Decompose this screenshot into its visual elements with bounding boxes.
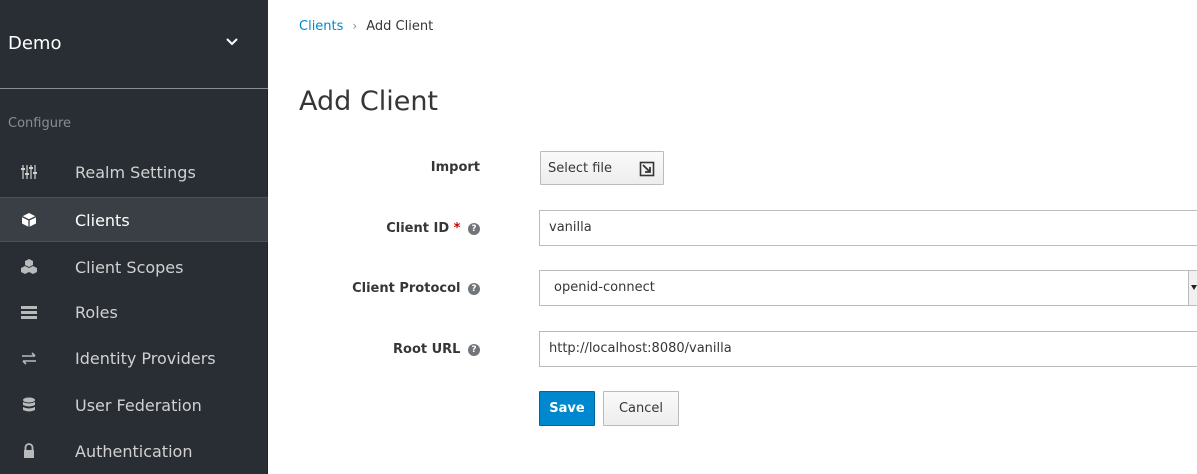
sidebar-item-roles[interactable]: Roles — [0, 290, 268, 335]
lock-icon — [24, 443, 34, 458]
sidebar-item-identity-providers[interactable]: Identity Providers — [0, 336, 268, 381]
help-icon[interactable]: ? — [468, 223, 480, 235]
sidebar-item-label: Roles — [75, 303, 118, 322]
sidebar-item-client-scopes[interactable]: Client Scopes — [0, 245, 268, 290]
sidebar-item-user-federation[interactable]: User Federation — [0, 383, 268, 428]
sliders-icon — [21, 165, 37, 179]
save-button[interactable]: Save — [539, 391, 595, 426]
dropdown-arrow-icon[interactable] — [1188, 271, 1197, 305]
sidebar-item-label: Clients — [75, 211, 130, 230]
client-id-input[interactable]: vanilla — [539, 210, 1197, 246]
breadcrumb: Clients › Add Client — [299, 19, 433, 34]
realm-name: Demo — [8, 33, 62, 54]
database-icon — [23, 397, 35, 412]
sidebar-item-label: Identity Providers — [75, 349, 216, 368]
required-marker: * — [453, 221, 461, 236]
root-url-label: Root URL ? — [393, 342, 480, 357]
breadcrumb-link-clients[interactable]: Clients — [299, 19, 343, 34]
help-icon[interactable]: ? — [468, 344, 480, 356]
exchange-icon — [22, 352, 36, 365]
page-title: Add Client — [299, 86, 439, 117]
cube-icon — [21, 213, 37, 227]
sidebar-item-label: User Federation — [75, 396, 202, 415]
list-icon — [21, 306, 37, 319]
cubes-icon — [21, 259, 37, 274]
sidebar-item-authentication[interactable]: Authentication — [0, 429, 268, 474]
chevron-down-icon — [226, 38, 238, 46]
select-file-label: Select file — [548, 160, 613, 176]
select-file-button[interactable]: Select file — [540, 151, 664, 185]
root-url-value: http://localhost:8080/vanilla — [549, 341, 732, 356]
realm-selector[interactable]: Demo — [0, 0, 268, 89]
help-icon[interactable]: ? — [468, 283, 480, 295]
client-protocol-value: openid-connect — [554, 280, 655, 295]
import-label: Import — [430, 160, 480, 175]
section-label-configure: Configure — [8, 116, 72, 131]
client-protocol-label: Client Protocol ? — [352, 281, 480, 296]
client-protocol-select[interactable]: openid-connect — [539, 270, 1197, 306]
client-id-label: Client ID * ? — [386, 221, 480, 236]
sidebar-item-realm-settings[interactable]: Realm Settings — [0, 150, 268, 195]
breadcrumb-current: Add Client — [366, 19, 434, 34]
import-icon — [639, 161, 655, 177]
sidebar-item-label: Client Scopes — [75, 258, 184, 277]
cancel-button[interactable]: Cancel — [603, 391, 679, 426]
sidebar: Demo Configure Realm Settings Clients Cl… — [0, 0, 268, 474]
client-id-value: vanilla — [549, 220, 592, 235]
root-url-input[interactable]: http://localhost:8080/vanilla — [539, 331, 1197, 367]
sidebar-item-clients[interactable]: Clients — [0, 197, 268, 242]
breadcrumb-separator: › — [352, 19, 358, 33]
sidebar-item-label: Realm Settings — [75, 163, 196, 182]
sidebar-item-label: Authentication — [75, 442, 193, 461]
